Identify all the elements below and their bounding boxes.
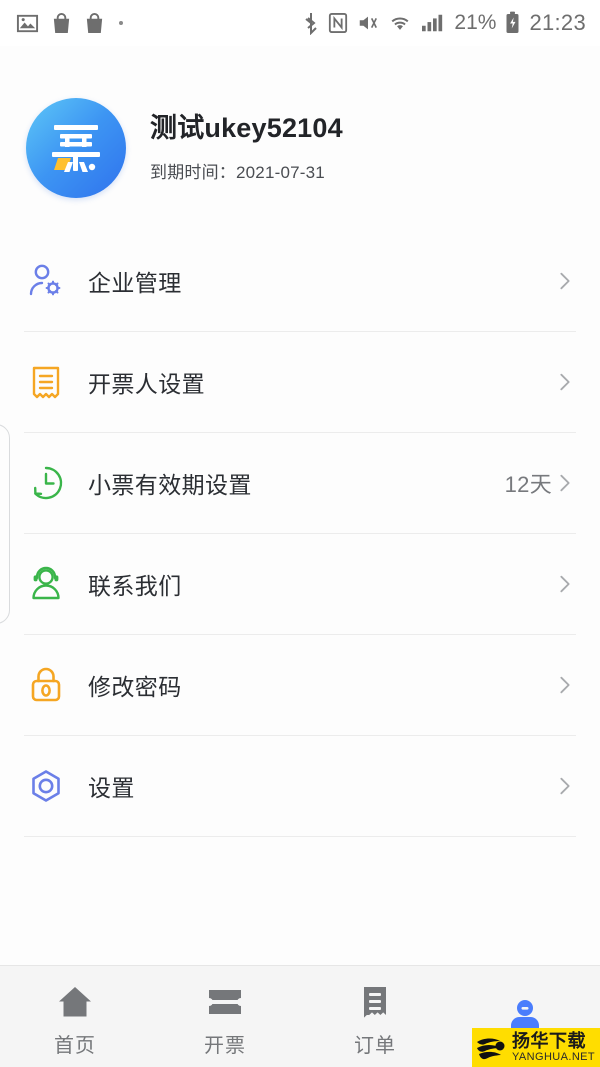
watermark-en: YANGHUA.NET	[512, 1051, 596, 1063]
bag-icon	[53, 12, 70, 33]
piao-glyph	[52, 125, 100, 172]
menu-item-right	[552, 674, 576, 696]
tab-home[interactable]: 首页	[0, 966, 150, 1067]
menu-item-right	[552, 371, 576, 393]
main-content: 测试ukey52104 到期时间：2021-07-31 企业管理 开票人设置 小…	[0, 46, 600, 965]
status-bar-left-icons	[16, 12, 123, 35]
tab-label: 开票	[204, 1034, 246, 1057]
profile-expire-date: 到期时间：2021-07-31	[150, 163, 325, 183]
menu-item-label: 联系我们	[88, 572, 182, 599]
menu-item-settings[interactable]: 设置	[0, 735, 600, 836]
tab-label: 订单	[354, 1034, 396, 1057]
wifi-icon	[391, 17, 409, 30]
status-bar: 21% 21:23	[0, 0, 600, 46]
piao-app-icon	[26, 98, 126, 198]
hexagon-gear-icon	[24, 764, 68, 808]
chevron-right-icon[interactable]	[554, 573, 576, 595]
site-watermark: 扬华下载 YANGHUA.NET	[472, 1028, 600, 1067]
profile-name: 测试ukey52104	[150, 112, 343, 143]
tab-label: 首页	[54, 1034, 96, 1057]
menu-item-right: 12天	[505, 467, 576, 499]
menu-item-right	[552, 775, 576, 797]
battery-percent: 21%	[454, 11, 497, 34]
menu-item-enterprise-management[interactable]: 企业管理	[0, 230, 600, 331]
menu-item-right	[552, 573, 576, 595]
menu-item-label: 企业管理	[88, 269, 182, 296]
headset-person-icon	[24, 562, 68, 606]
watermark-cn: 扬华下载	[512, 1031, 586, 1051]
status-bar-right-icons: 21% 21:23	[303, 10, 586, 36]
menu-item-label: 小票有效期设置	[88, 471, 252, 498]
settings-menu-list: 企业管理 开票人设置 小票有效期设置 12天 联系我们 修改密码 设置	[0, 230, 600, 837]
menu-item-label: 修改密码	[88, 673, 182, 700]
globe-logo-icon	[472, 1033, 512, 1063]
menu-item-right	[552, 270, 576, 292]
mute-icon	[360, 16, 378, 30]
chevron-right-icon[interactable]	[554, 371, 576, 393]
menu-item-change-password[interactable]: 修改密码	[0, 634, 600, 735]
image-icon	[16, 14, 39, 32]
menu-item-receipt-validity[interactable]: 小票有效期设置 12天	[0, 432, 600, 533]
menu-item-value: 12天	[504, 471, 552, 497]
dot-icon	[119, 21, 123, 25]
chevron-right-icon[interactable]	[554, 775, 576, 797]
status-bar-clock: 21:23	[529, 10, 586, 35]
nfc-icon	[329, 13, 348, 33]
home-icon	[55, 982, 95, 1022]
menu-item-label: 设置	[88, 774, 135, 801]
ticket-icon	[205, 982, 245, 1022]
chevron-right-icon[interactable]	[554, 472, 576, 494]
menu-item-invoicer-settings[interactable]: 开票人设置	[0, 331, 600, 432]
chevron-right-icon[interactable]	[554, 674, 576, 696]
chevron-right-icon[interactable]	[554, 270, 576, 292]
list-bottom-divider	[24, 836, 576, 837]
person-gear-icon	[24, 259, 68, 303]
app-screen: 21% 21:23 测试ukey52104 到期时间：2021-07-31 企业…	[0, 0, 600, 1067]
clock-icon	[24, 461, 68, 505]
battery-charging-icon	[506, 11, 519, 33]
lock-icon	[24, 663, 68, 707]
bag-icon	[86, 12, 103, 33]
menu-item-contact-us[interactable]: 联系我们	[0, 533, 600, 634]
watermark-text: 扬华下载 YANGHUA.NET	[512, 1032, 595, 1063]
profile-header[interactable]: 测试ukey52104 到期时间：2021-07-31	[0, 46, 600, 198]
order-receipt-icon	[355, 982, 395, 1022]
bluetooth-icon	[305, 13, 318, 35]
signal-icon	[422, 14, 443, 32]
tab-invoice[interactable]: 开票	[150, 966, 300, 1067]
receipt-icon	[24, 360, 68, 404]
profile-text-block: 测试ukey52104 到期时间：2021-07-31	[150, 113, 343, 183]
menu-item-label: 开票人设置	[88, 370, 205, 397]
tab-orders[interactable]: 订单	[300, 966, 450, 1067]
